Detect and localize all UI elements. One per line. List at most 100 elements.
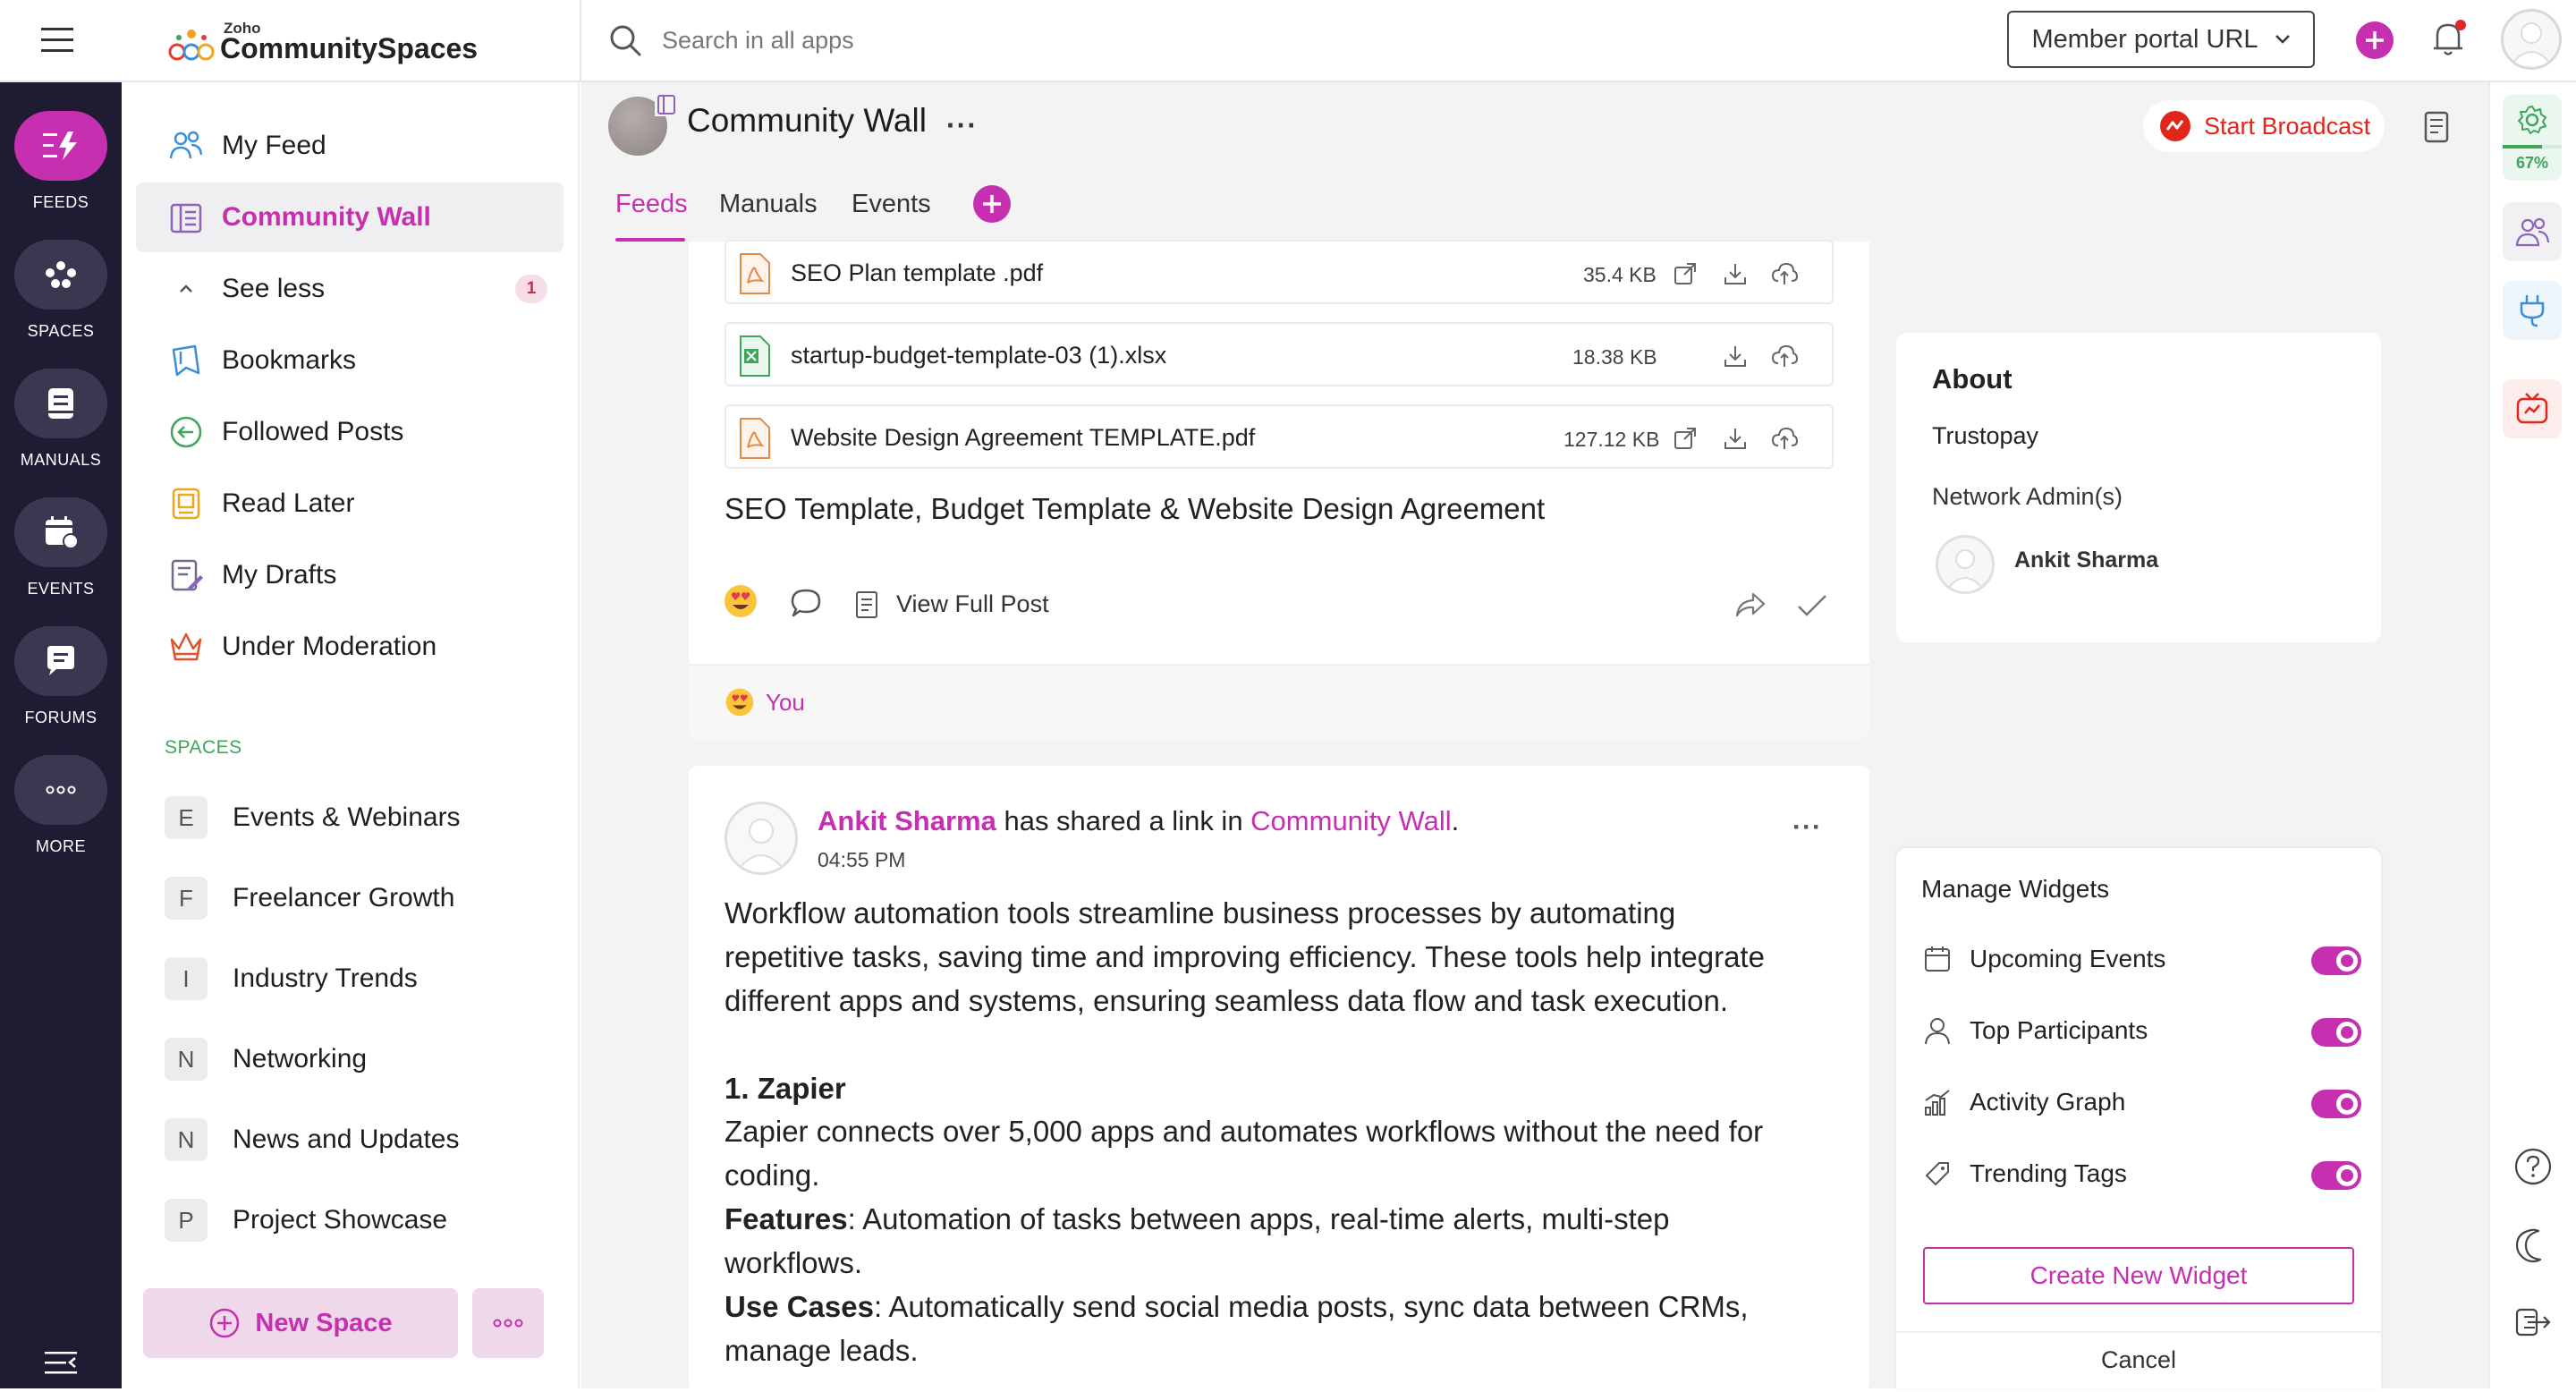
widget-toggle[interactable] — [2311, 1161, 2361, 1190]
usecases-label: Use Cases — [724, 1290, 874, 1323]
search-icon — [608, 23, 642, 57]
rail-item-more[interactable]: MORE — [0, 755, 122, 856]
post-space-link[interactable]: Community Wall — [1250, 805, 1452, 836]
admin-avatar[interactable] — [1936, 535, 1995, 594]
rail-item-forums[interactable]: FORUMS — [0, 626, 122, 727]
plus-icon — [2366, 31, 2384, 49]
hamburger-menu-icon[interactable] — [39, 25, 75, 55]
gear-icon — [2516, 104, 2548, 136]
attachment-name: Website Design Agreement TEMPLATE.pdf — [791, 424, 1256, 451]
integrations-button[interactable] — [2503, 281, 2562, 340]
live-broadcast-button[interactable] — [2503, 379, 2562, 438]
cancel-button[interactable]: Cancel — [1896, 1335, 2381, 1385]
comment-icon[interactable] — [789, 587, 823, 619]
cloud-upload-icon[interactable] — [1771, 261, 1798, 286]
user-avatar[interactable] — [2501, 9, 2562, 70]
rail-item-events[interactable]: EVENTS — [0, 497, 122, 598]
cloud-upload-icon[interactable] — [1771, 426, 1798, 451]
nav-item-see-less[interactable]: See less 1 — [136, 254, 564, 324]
space-item[interactable]: E Events & Webinars — [165, 791, 461, 845]
cloud-upload-icon[interactable] — [1771, 344, 1798, 369]
app-logo[interactable]: Zoho CommunitySpaces — [166, 16, 478, 66]
open-external-icon[interactable] — [1673, 261, 1698, 286]
post-period: . — [1451, 805, 1460, 836]
post-more-options-icon[interactable]: ··· — [1792, 812, 1822, 843]
check-icon[interactable] — [1796, 592, 1828, 619]
nav-item-followed-posts[interactable]: Followed Posts — [136, 397, 564, 467]
new-space-button[interactable]: New Space — [143, 1288, 458, 1358]
widget-toggle[interactable] — [2311, 1090, 2361, 1118]
tab-manuals[interactable]: Manuals — [719, 190, 818, 219]
download-icon[interactable] — [1723, 426, 1748, 451]
admin-name[interactable]: Ankit Sharma — [2014, 547, 2158, 573]
space-item[interactable]: N News and Updates — [165, 1113, 459, 1167]
space-letter: N — [165, 1118, 208, 1161]
rail-item-manuals[interactable]: MANUALS — [0, 369, 122, 470]
crown-icon — [168, 629, 204, 665]
share-icon[interactable] — [1733, 590, 1767, 621]
dark-mode-moon-icon[interactable] — [2513, 1226, 2553, 1265]
widget-toggle[interactable] — [2311, 946, 2361, 975]
attachment-item[interactable]: startup-budget-template-03 (1).xlsx 18.3… — [724, 322, 1834, 386]
excel-file-icon — [737, 335, 773, 378]
portal-button-label: Member portal URL — [2031, 24, 2258, 54]
search-bar — [580, 0, 1653, 81]
add-tab-button[interactable] — [973, 185, 1011, 223]
reactions-bar: You — [689, 664, 1869, 739]
nav-item-bookmarks[interactable]: Bookmarks — [136, 326, 564, 395]
nav-item-read-later[interactable]: Read Later — [136, 469, 564, 539]
download-icon[interactable] — [1723, 261, 1748, 286]
space-item[interactable]: F Freelancer Growth — [165, 871, 454, 925]
space-label: Events & Webinars — [233, 802, 461, 832]
space-item[interactable]: N Networking — [165, 1032, 367, 1086]
open-external-icon[interactable] — [1673, 426, 1698, 451]
setup-progress-button[interactable]: 67% — [2503, 95, 2562, 181]
create-new-widget-button[interactable]: Create New Widget — [1923, 1247, 2354, 1304]
widget-row-upcoming-events: Upcoming Events — [1923, 939, 2361, 979]
author-avatar[interactable] — [724, 802, 798, 875]
post-paragraph-line: repetitive tasks, saving time and improv… — [724, 940, 1765, 973]
add-plus-button[interactable] — [2356, 21, 2394, 59]
attachment-item[interactable]: Website Design Agreement TEMPLATE.pdf 12… — [724, 404, 1834, 469]
pdf-file-icon — [737, 252, 773, 295]
rail-item-feeds[interactable]: FEEDS — [0, 111, 122, 212]
plug-icon — [2520, 295, 2545, 327]
tab-events[interactable]: Events — [852, 190, 931, 219]
nav-item-label: Bookmarks — [222, 345, 357, 375]
widget-toggle[interactable] — [2311, 1018, 2361, 1047]
rail-item-spaces[interactable]: SPACES — [0, 240, 122, 341]
collapse-menu-icon[interactable] — [43, 1349, 79, 1376]
logout-icon[interactable] — [2513, 1303, 2553, 1342]
tab-feeds[interactable]: Feeds — [615, 190, 688, 219]
progress-track — [2503, 145, 2562, 149]
space-options-button[interactable] — [472, 1288, 544, 1358]
nav-item-under-moderation[interactable]: Under Moderation — [136, 612, 564, 682]
view-full-post-link[interactable]: View Full Post — [896, 590, 1049, 618]
space-item[interactable]: P Project Showcase — [165, 1193, 447, 1247]
title-more-options-icon[interactable]: ··· — [946, 109, 978, 142]
feeds-icon — [14, 111, 107, 181]
attachment-item[interactable]: SEO Plan template .pdf 35.4 KB — [724, 240, 1834, 304]
heart-eyes-reaction-icon[interactable] — [723, 583, 758, 619]
nav-item-my-drafts[interactable]: My Drafts — [136, 540, 564, 610]
reaction-user-label[interactable]: You — [766, 689, 805, 717]
nav-item-label: Read Later — [222, 488, 355, 518]
members-button[interactable] — [2503, 202, 2562, 261]
rail-label: MORE — [36, 837, 86, 855]
download-icon[interactable] — [1723, 344, 1748, 369]
nav-item-label: Followed Posts — [222, 417, 404, 446]
member-portal-url-button[interactable]: Member portal URL — [2007, 11, 2315, 68]
nav-item-my-feed[interactable]: My Feed — [136, 111, 564, 181]
space-item[interactable]: I Industry Trends — [165, 952, 418, 1006]
post-body-text: SEO Template, Budget Template & Website … — [724, 492, 1546, 525]
members-icon — [2515, 217, 2550, 247]
post-author-link[interactable]: Ankit Sharma — [818, 805, 996, 836]
help-icon[interactable] — [2513, 1147, 2553, 1186]
start-broadcast-button[interactable]: Start Broadcast — [2143, 100, 2385, 152]
network-admins-label: Network Admin(s) — [1932, 483, 2123, 510]
space-letter: F — [165, 877, 208, 920]
search-input[interactable] — [662, 21, 1288, 59]
notes-icon[interactable] — [2419, 109, 2454, 145]
notifications-bell-icon[interactable] — [2426, 16, 2470, 61]
nav-item-community-wall[interactable]: Community Wall — [136, 182, 564, 252]
